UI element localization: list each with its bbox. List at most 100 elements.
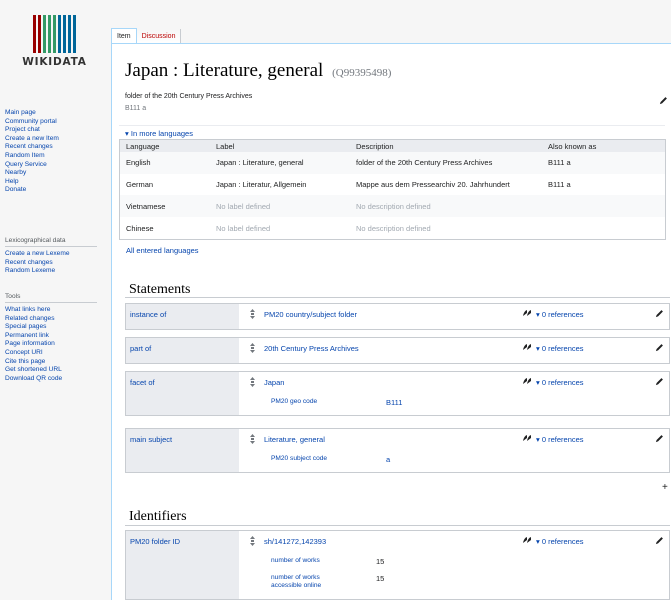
tools-menu: What links here Related changes Special pa… (5, 306, 105, 383)
references-toggle[interactable]: ▾ 0 references (536, 378, 584, 387)
chevron-down-icon: ▾ (125, 129, 129, 138)
item-id: (Q99395498) (332, 67, 392, 79)
references-count: 0 references (541, 310, 584, 319)
rank-icon[interactable] (250, 434, 255, 444)
edit-pencil-icon[interactable] (655, 434, 664, 443)
in-more-languages-toggle[interactable]: ▾ In more languages (125, 129, 193, 138)
rank-icon[interactable] (250, 343, 255, 353)
tools-link[interactable]: Get shortened URL (5, 366, 105, 375)
all-entered-languages-link[interactable]: All entered languages (126, 246, 199, 255)
divider (5, 246, 97, 247)
lexeme-link[interactable]: Recent changes (5, 259, 105, 268)
qualifier-value: B111 (386, 397, 403, 407)
rank-icon[interactable] (250, 536, 255, 546)
sidebar: WIKIDATA Main page Community portal Projec… (0, 0, 110, 600)
sidebar-link[interactable]: Recent changes (5, 143, 105, 152)
sidebar-link[interactable]: Donate (5, 186, 105, 195)
statement-group: facet of Japan ▾ 0 references PM20 geo code… (125, 371, 670, 416)
tab-discussion[interactable]: Discussion (136, 29, 182, 44)
sidebar-link[interactable]: Create a new Item (5, 135, 105, 144)
main-content: Japan : Literature, general (Q99395498) … (111, 43, 671, 600)
lexeme-link[interactable]: Create a new Lexeme (5, 250, 105, 259)
wikidata-logo[interactable]: WIKIDATA (12, 15, 97, 75)
tools-link[interactable]: Page information (5, 340, 105, 349)
qualifier-value: 15 (376, 556, 385, 566)
statement-value[interactable]: Japan (264, 378, 284, 387)
item-label: Japan : Literature, general (125, 60, 324, 81)
references-icon (523, 537, 531, 543)
edit-pencil-icon[interactable] (659, 96, 668, 105)
qualifier-property[interactable]: number of works accessible online (271, 574, 351, 590)
statement-property[interactable]: part of (126, 338, 239, 363)
edit-pencil-icon[interactable] (655, 309, 664, 318)
statement-property[interactable]: main subject (126, 429, 239, 472)
sidebar-link[interactable]: Help (5, 178, 105, 187)
page-tabs: Item Discussion (111, 27, 182, 44)
edit-pencil-icon[interactable] (655, 536, 664, 545)
divider (125, 525, 670, 526)
lexeme-link[interactable]: Random Lexeme (5, 267, 105, 276)
label-cell: No label defined (210, 195, 350, 218)
table-header-row: Language Label Description Also known as (119, 139, 666, 152)
sidebar-link[interactable]: Main page (5, 109, 105, 118)
item-alias: B111 a (125, 105, 147, 112)
statement-value[interactable]: 20th Century Press Archives (264, 344, 359, 353)
description-cell: No description defined (350, 195, 542, 218)
label-cell: No label defined (216, 223, 271, 233)
tools-link[interactable]: Special pages (5, 323, 105, 332)
edit-pencil-icon[interactable] (655, 343, 664, 352)
statement-group: part of 20th Century Press Archives ▾ 0 re… (125, 337, 670, 364)
references-toggle[interactable]: ▾ 0 references (536, 344, 584, 353)
tools-link[interactable]: Concept URI (5, 349, 105, 358)
references-toggle[interactable]: ▾ 0 references (536, 435, 584, 444)
label-cell: Japan : Literatur, Allgemein (216, 180, 307, 190)
sidebar-link[interactable]: Nearby (5, 169, 105, 178)
tools-link[interactable]: What links here (5, 306, 105, 315)
table-row: English Japan : Literature, general folder… (119, 152, 666, 174)
identifiers-heading: Identifiers (129, 509, 187, 524)
references-icon (523, 344, 531, 350)
tools-link[interactable]: Permanent link (5, 332, 105, 341)
statement-value[interactable]: PM20 country/subject folder (264, 310, 357, 319)
statements-heading: Statements (129, 282, 191, 297)
sidebar-link[interactable]: Query Service (5, 161, 105, 170)
sidebar-link[interactable]: Community portal (5, 118, 105, 127)
column-header: Also known as (542, 139, 666, 152)
qualifier-value: a (386, 454, 391, 464)
statement-property[interactable]: facet of (126, 372, 239, 415)
page-title: Japan : Literature, general (Q99395498) (125, 60, 391, 82)
rank-icon[interactable] (250, 377, 255, 387)
qualifier-property[interactable]: PM20 geo code (271, 398, 317, 406)
description-cell: folder of the 20th Century Press Archive… (350, 152, 542, 174)
language-cell: English (119, 152, 210, 174)
column-header: Language (119, 139, 210, 152)
divider (125, 297, 670, 298)
rank-icon[interactable] (250, 309, 255, 319)
statement-value[interactable]: sh/141272,142393 (264, 537, 326, 546)
edit-pencil-icon[interactable] (655, 377, 664, 386)
tools-link[interactable]: Download QR code (5, 375, 105, 384)
aliases-cell: B111 a (548, 180, 571, 190)
qualifier-property[interactable]: PM20 subject code (271, 455, 327, 463)
table-row: German Japan : Literatur, Allgemein Mappe … (120, 174, 666, 196)
statement-property[interactable]: PM20 folder ID (126, 531, 239, 599)
logo-text: WIKIDATA (22, 56, 87, 68)
references-toggle[interactable]: ▾ 0 references (536, 537, 584, 546)
references-count: 0 references (541, 344, 584, 353)
tools-link[interactable]: Cite this page (5, 358, 105, 367)
language-cell: German (126, 180, 154, 190)
references-icon (523, 310, 531, 316)
sidebar-link[interactable]: Project chat (5, 126, 105, 135)
label-cell: Japan : Literature, general (210, 152, 350, 174)
tab-item[interactable]: Item (111, 28, 137, 44)
add-statement-button[interactable]: + (662, 482, 668, 493)
sidebar-link[interactable]: Random Item (5, 152, 105, 161)
statement-property[interactable]: instance of (126, 304, 239, 329)
tools-link[interactable]: Related changes (5, 315, 105, 324)
qualifier-property[interactable]: number of works (271, 557, 320, 565)
column-header: Description (350, 139, 542, 152)
statement-value[interactable]: Literature, general (264, 435, 325, 444)
lexeme-menu: Create a new Lexeme Recent changes Random … (5, 250, 105, 276)
term-box: folder of the 20th Century Press Archive… (119, 93, 671, 121)
references-toggle[interactable]: ▾ 0 references (536, 310, 584, 319)
